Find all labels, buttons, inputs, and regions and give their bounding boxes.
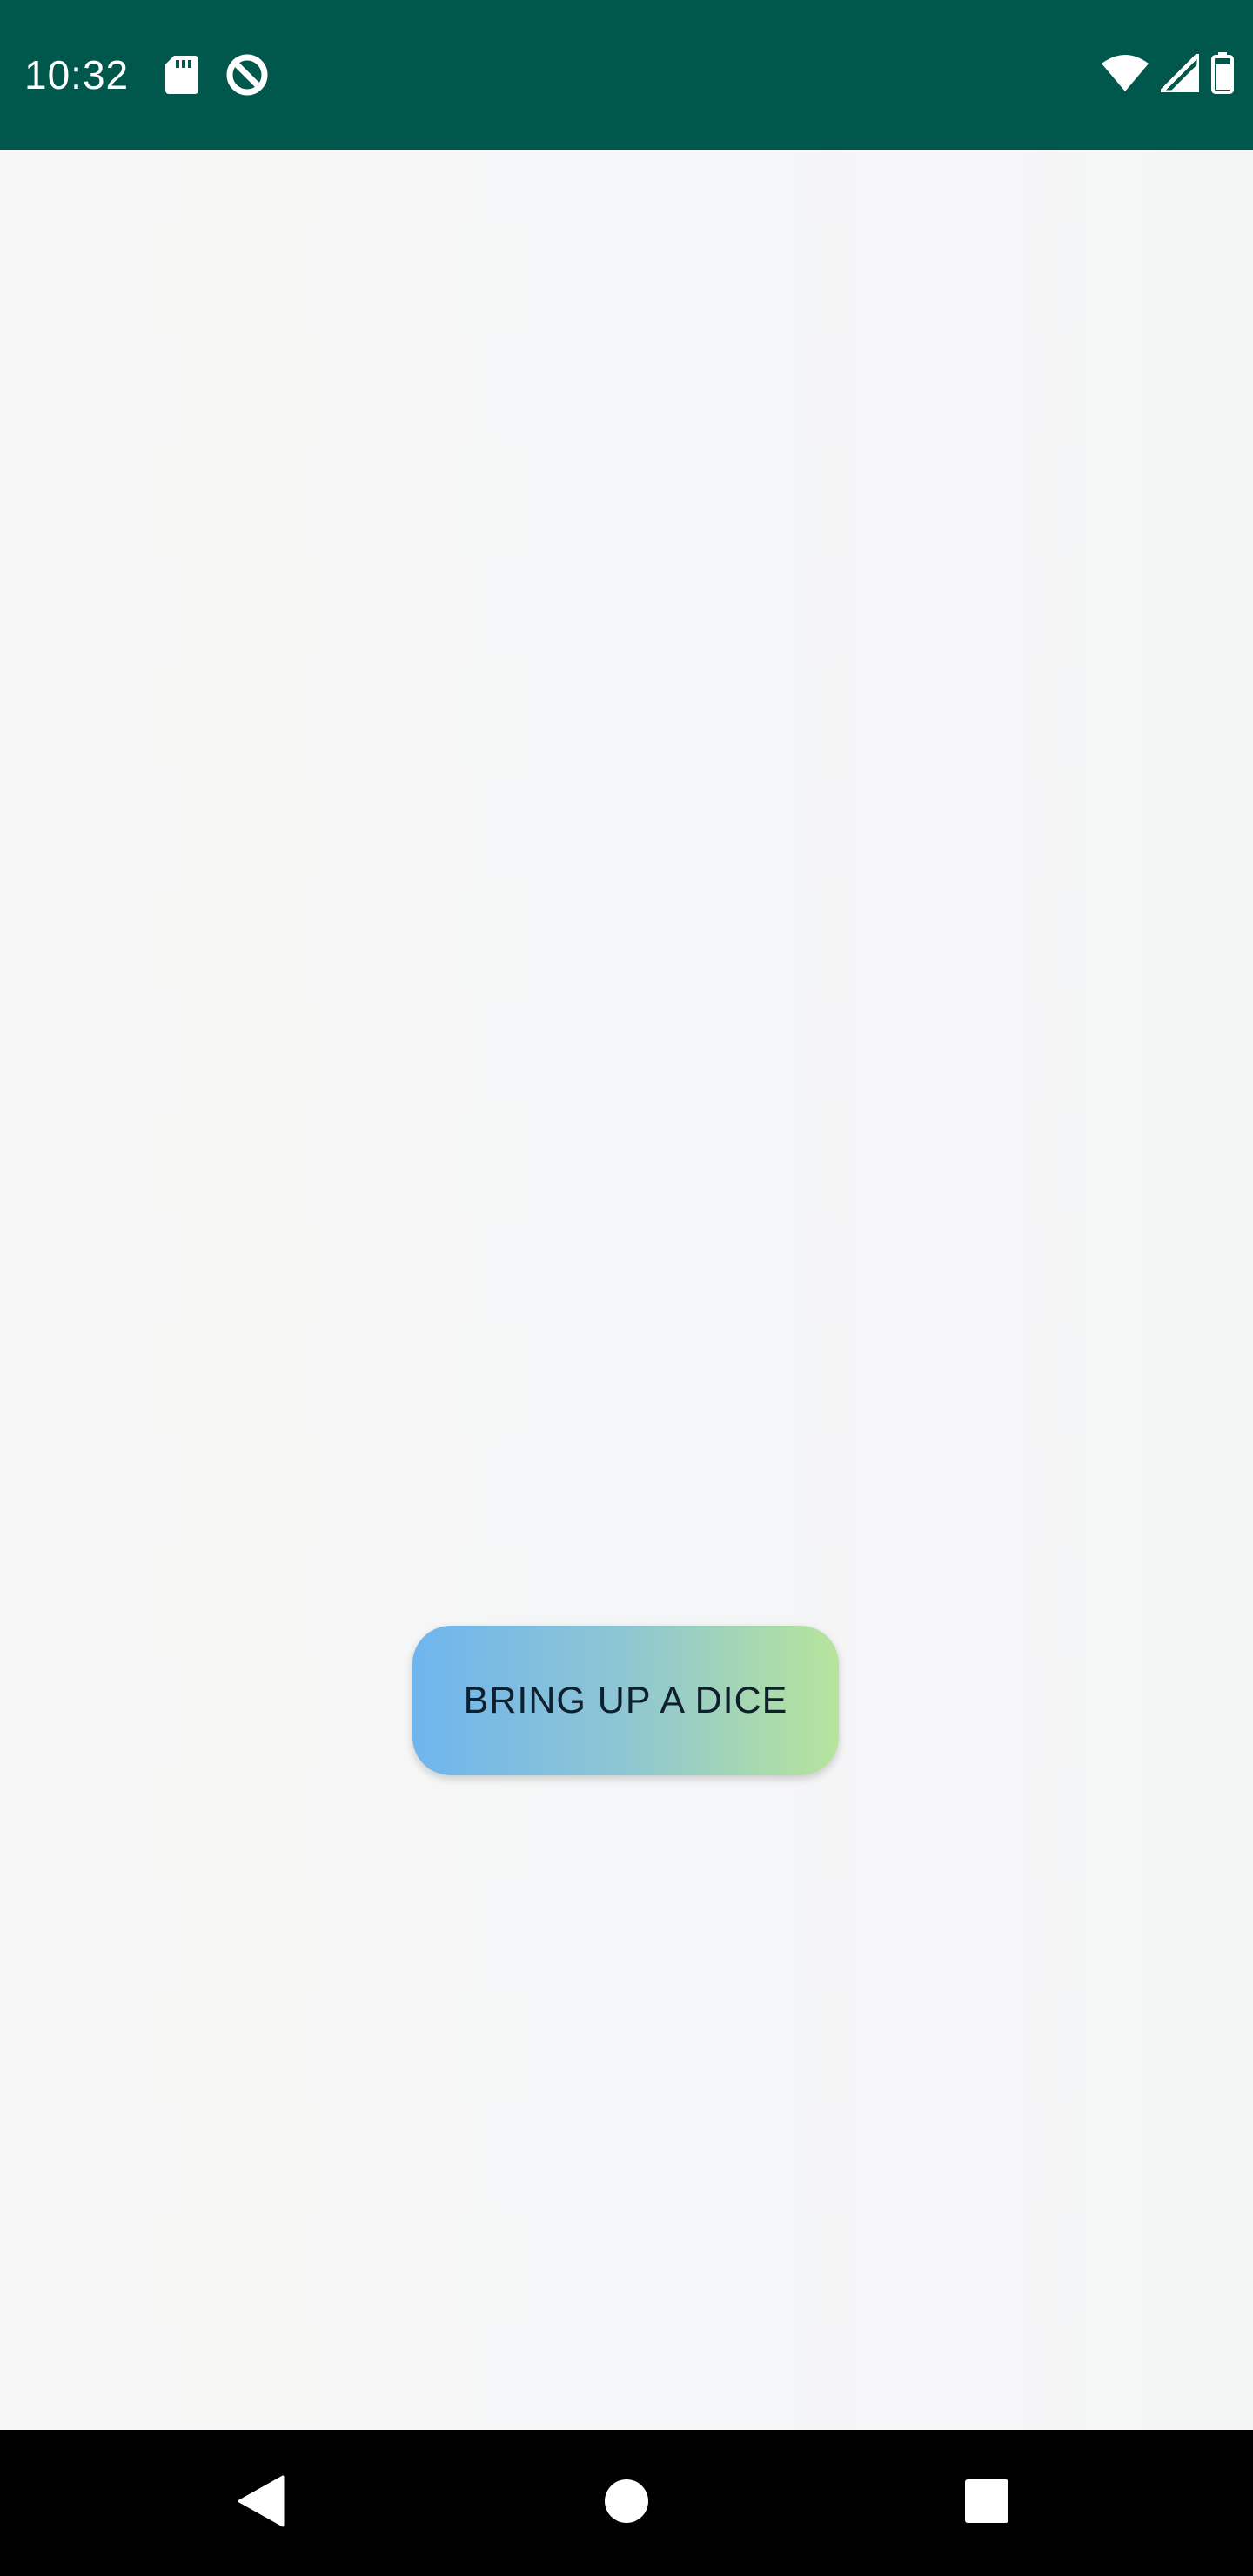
wifi-icon: [1102, 55, 1149, 96]
status-left-icons: [165, 52, 270, 102]
home-button[interactable]: [592, 2468, 661, 2538]
recents-button[interactable]: [952, 2468, 1022, 2538]
status-right-icons: [1102, 48, 1234, 98]
navigation-bar: [0, 2430, 1253, 2576]
recents-icon: [964, 2479, 1009, 2528]
cellular-signal-icon: [1155, 48, 1202, 97]
back-icon: [238, 2475, 285, 2532]
status-bar: 10:32: [0, 0, 1253, 150]
main-content: [0, 150, 1253, 2430]
sd-card-icon: [165, 56, 198, 98]
battery-icon: [1211, 52, 1234, 98]
data-saver-icon: [224, 52, 270, 102]
back-button[interactable]: [226, 2468, 296, 2538]
dice-button-label: BRING UP A DICE: [463, 1679, 788, 1721]
bring-up-dice-button[interactable]: BRING UP A DICE: [412, 1626, 839, 1775]
home-icon: [604, 2479, 649, 2528]
status-time: 10:32: [24, 52, 130, 97]
